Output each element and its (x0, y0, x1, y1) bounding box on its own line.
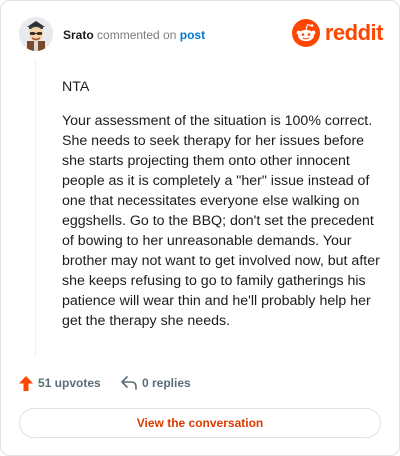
post-link[interactable]: post (180, 28, 205, 42)
upvote-arrow-icon (19, 375, 33, 391)
comment-paragraph: Your assessment of the situation is 100%… (62, 113, 380, 329)
reddit-wordmark: reddit (324, 20, 384, 45)
upvote-button[interactable]: 51 upvotes (19, 374, 101, 392)
comment-actions: 51 upvotes 0 replies (19, 374, 379, 392)
thread-line (35, 59, 36, 357)
comment-embed-card: Srato commented on post reddit NTA Your … (0, 0, 400, 456)
upvote-count: 51 upvotes (38, 376, 101, 390)
reddit-snoo-icon (291, 19, 320, 47)
reply-arrow-icon (121, 376, 137, 390)
comment-body: NTA Your assessment of the situation is … (62, 77, 384, 345)
reply-count: 0 replies (142, 376, 191, 390)
avatar-icon (19, 17, 53, 51)
comment-header: Srato commented on post reddit (19, 17, 384, 51)
reply-button[interactable]: 0 replies (121, 374, 191, 392)
username[interactable]: Srato (63, 28, 94, 42)
view-conversation-button[interactable]: View the conversation (19, 408, 381, 438)
comment-attribution: Srato commented on post (63, 28, 205, 42)
reddit-logo[interactable]: reddit (291, 19, 384, 47)
commented-on-text: commented on (97, 28, 177, 42)
avatar[interactable] (19, 17, 53, 51)
comment-paragraph: NTA (62, 79, 90, 95)
